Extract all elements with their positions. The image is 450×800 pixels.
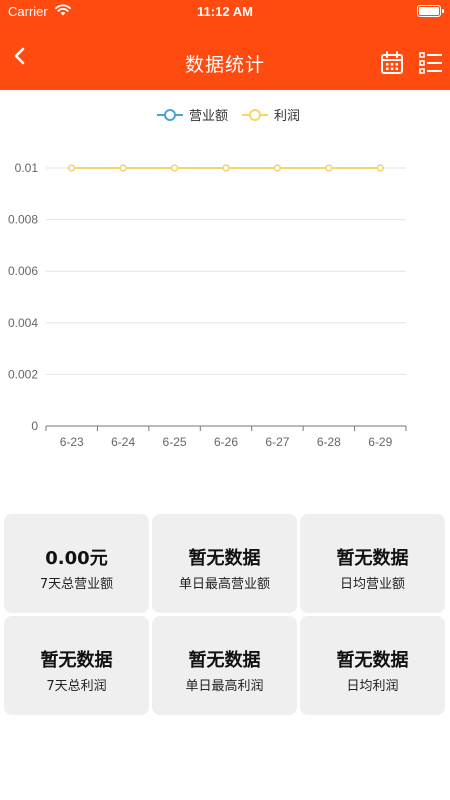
stat-value: 暂无数据 <box>336 650 409 671</box>
y-tick-label: 0.004 <box>8 316 38 330</box>
stat-label: 日均营业额 <box>339 577 405 592</box>
stat-label: 单日最高营业额 <box>178 577 270 592</box>
legend-marker-icon <box>157 108 183 121</box>
stat-card: 暂无数据 7天总利润 <box>4 616 149 715</box>
stat-card: 暂无数据 单日最高营业额 <box>152 514 297 613</box>
stat-value: 暂无数据 <box>188 650 261 671</box>
stat-label: 单日最高利润 <box>185 679 264 694</box>
status-time: 11:12 AM <box>197 4 253 19</box>
x-tick-label: 6-26 <box>214 435 238 449</box>
y-tick-label: 0.008 <box>8 213 38 227</box>
x-tick-label: 6-27 <box>265 435 289 449</box>
data-point <box>119 164 127 172</box>
legend-label: 利润 <box>274 109 301 124</box>
stat-card: 0.00元 7天总营业额 <box>4 514 149 613</box>
status-bar: Carrier 11:12 AM <box>0 0 450 24</box>
y-tick-label: 0 <box>31 419 38 433</box>
stat-card: 暂无数据 日均利润 <box>300 616 445 715</box>
x-tick-label: 6-25 <box>163 435 187 449</box>
calendar-icon <box>381 51 403 74</box>
legend-label: 营业额 <box>189 109 229 124</box>
y-tick-label: 0.002 <box>8 367 38 381</box>
legend-marker-icon <box>242 108 268 121</box>
stat-value: 0.00元 <box>45 548 108 569</box>
calendar-button[interactable] <box>379 50 405 76</box>
nav-bar: 数据统计 <box>0 24 450 90</box>
stat-label: 7天总营业额 <box>39 577 114 592</box>
x-tick-label: 6-23 <box>60 435 84 449</box>
data-point <box>171 164 179 172</box>
data-point <box>222 164 230 172</box>
x-tick-label: 6-28 <box>317 435 341 449</box>
stat-card: 暂无数据 单日最高利润 <box>152 616 297 715</box>
stat-card: 暂无数据 日均营业额 <box>300 514 445 613</box>
list-button[interactable] <box>418 50 444 76</box>
data-point <box>68 164 76 172</box>
data-point <box>273 164 281 172</box>
x-tick-label: 6-24 <box>111 435 135 449</box>
stat-value: 暂无数据 <box>336 548 409 569</box>
legend-item-revenue[interactable]: 营业额 <box>156 105 228 124</box>
battery-icon <box>417 5 444 17</box>
list-icon <box>419 52 442 74</box>
stat-value: 暂无数据 <box>40 650 113 671</box>
data-point <box>325 164 333 172</box>
data-point <box>376 164 384 172</box>
line-chart: 0 0.002 0.004 0.006 0.008 0.01 6-23 6-24 6-25 6-2… <box>8 161 407 449</box>
stat-label: 日均利润 <box>346 679 399 694</box>
y-tick-label: 0.006 <box>8 264 38 278</box>
x-tick-label: 6-29 <box>368 435 392 449</box>
legend-item-profit[interactable]: 利润 <box>241 105 300 124</box>
y-tick-label: 0.01 <box>15 161 39 175</box>
stat-value: 暂无数据 <box>188 548 261 569</box>
chart-legend: 营业额 利润 <box>0 105 450 125</box>
stat-label: 7天总利润 <box>46 679 107 694</box>
